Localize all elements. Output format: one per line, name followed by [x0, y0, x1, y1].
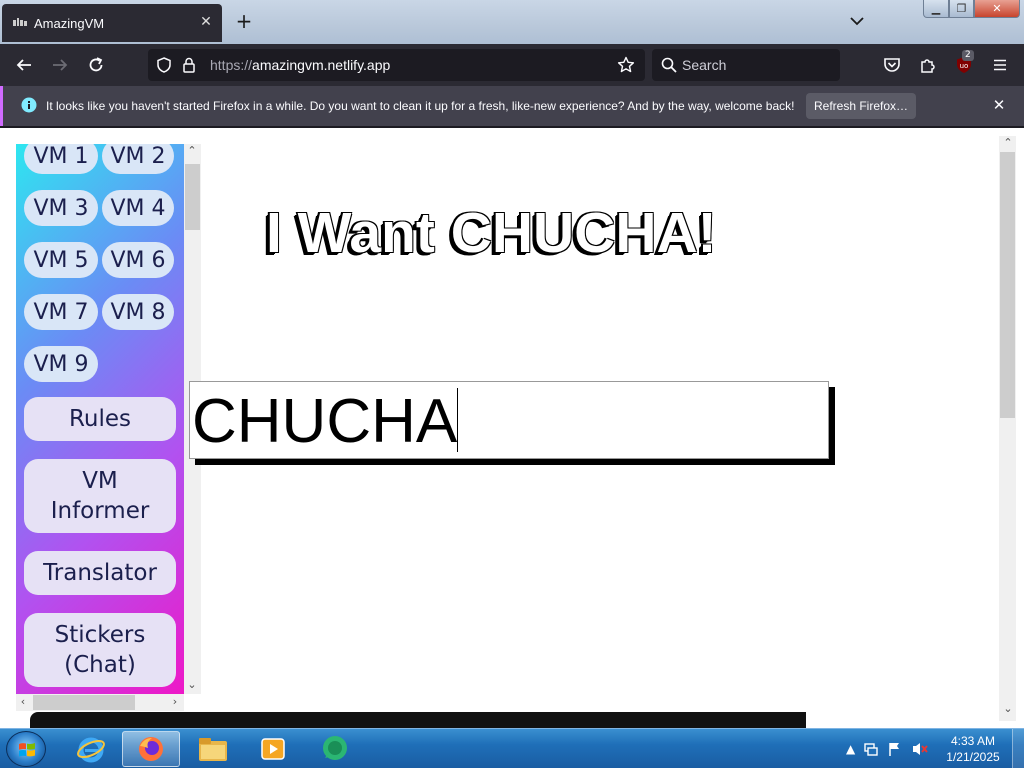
address-bar[interactable]: https://amazingvm.netlify.app	[148, 49, 645, 81]
file-explorer-icon[interactable]	[184, 731, 242, 767]
vm-button-1[interactable]: VM 1	[24, 144, 98, 174]
text-caret	[457, 388, 459, 452]
show-desktop-button[interactable]	[1012, 729, 1024, 769]
page-content: VM 1 VM 2 VM 3 VM 4 VM 5 VM 6 VM 7 VM 8 …	[0, 128, 1024, 728]
bottom-dark-bar	[30, 712, 806, 728]
new-tab-button[interactable]: +	[234, 11, 254, 31]
notification-message: It looks like you haven't started Firefo…	[46, 99, 795, 113]
minimize-button[interactable]: ▁	[923, 0, 949, 18]
forward-arrow-icon[interactable]	[49, 54, 71, 76]
page-scroll-thumb[interactable]	[1000, 152, 1015, 418]
vm-button-3[interactable]: VM 3	[24, 190, 98, 226]
search-icon	[661, 57, 677, 77]
action-center-flag-icon[interactable]	[887, 741, 903, 757]
window-controls: ▁ ❐ ✕	[923, 0, 1020, 18]
scroll-up-arrow-icon[interactable]: ⌃	[185, 144, 199, 157]
close-icon[interactable]: ✕	[990, 96, 1008, 114]
vm-button-5[interactable]: VM 5	[24, 242, 98, 278]
scroll-down-arrow-icon[interactable]: ⌄	[1001, 702, 1015, 715]
search-field[interactable]: Search	[652, 49, 840, 81]
maximize-button[interactable]: ❐	[949, 0, 974, 18]
start-button[interactable]	[6, 731, 46, 767]
close-icon[interactable]: ✕	[198, 14, 214, 30]
system-tray: ▲	[846, 739, 929, 759]
sidebar-menu[interactable]: VM 1 VM 2 VM 3 VM 4 VM 5 VM 6 VM 7 VM 8 …	[16, 144, 184, 694]
vm-icon	[12, 15, 28, 31]
network-icon[interactable]	[863, 741, 879, 757]
refresh-firefox-button[interactable]: Refresh Firefox…	[806, 93, 916, 119]
sidebar-hscroll-thumb[interactable]	[33, 695, 135, 710]
tab-amazingvm[interactable]: AmazingVM ✕	[2, 4, 222, 42]
scroll-left-arrow-icon[interactable]: ‹	[16, 695, 30, 708]
vm-button-4[interactable]: VM 4	[102, 190, 174, 226]
url-host: amazingvm.netlify.app	[252, 57, 391, 73]
clock-date: 1/21/2025	[946, 750, 1000, 764]
scroll-down-arrow-icon[interactable]: ⌄	[185, 678, 199, 691]
browser-titlebar: AmazingVM ✕ + ▁ ❐ ✕	[0, 0, 1024, 44]
sidebar-scroll-thumb[interactable]	[185, 164, 200, 230]
vm-button-9[interactable]: VM 9	[24, 346, 98, 382]
reload-icon[interactable]	[85, 54, 107, 76]
svg-text:uo: uo	[960, 62, 969, 70]
scroll-up-arrow-icon[interactable]: ⌃	[1001, 136, 1015, 149]
extension-count-badge: 2	[962, 50, 974, 61]
info-icon	[21, 97, 37, 117]
chucha-text-input[interactable]: CHUCHA	[189, 381, 829, 459]
notification-bar: It looks like you haven't started Firefo…	[0, 86, 1024, 126]
url-text[interactable]: https://amazingvm.netlify.app	[210, 57, 390, 73]
windows-taskbar: ▲ 4:33 AM 1/21/2025	[0, 728, 1024, 769]
url-scheme: https://	[210, 57, 253, 73]
navigation-toolbar: https://amazingvm.netlify.app Search uo …	[0, 44, 1024, 86]
volume-muted-icon[interactable]	[911, 741, 929, 757]
taskbar-clock[interactable]: 4:33 AM 1/21/2025	[940, 733, 1006, 765]
internet-explorer-icon[interactable]	[62, 731, 120, 767]
hamburger-menu-icon[interactable]	[989, 54, 1011, 76]
extensions-puzzle-icon[interactable]	[917, 54, 939, 76]
window-close-button[interactable]: ✕	[974, 0, 1020, 18]
scroll-right-arrow-icon[interactable]: ›	[168, 695, 182, 708]
stickers-chat-button[interactable]: Stickers (Chat)	[24, 613, 176, 687]
rules-button[interactable]: Rules	[24, 397, 176, 441]
show-hidden-icons-icon[interactable]: ▲	[846, 742, 855, 756]
chevron-down-icon[interactable]	[848, 12, 866, 30]
shield-icon[interactable]	[156, 57, 172, 77]
clock-time: 4:33 AM	[950, 734, 996, 748]
windows-logo-icon	[19, 743, 35, 757]
input-value: CHUCHA	[192, 387, 458, 456]
firefox-icon[interactable]	[122, 731, 180, 767]
vm-button-2[interactable]: VM 2	[102, 144, 174, 174]
lock-icon[interactable]	[182, 57, 196, 77]
pocket-icon[interactable]	[881, 54, 903, 76]
vm-button-8[interactable]: VM 8	[102, 294, 174, 330]
media-player-icon[interactable]	[244, 731, 302, 767]
chat-app-icon[interactable]	[306, 731, 364, 767]
tab-title: AmazingVM	[34, 15, 105, 31]
back-arrow-icon[interactable]	[13, 54, 35, 76]
page-headline: I Want CHUCHA!	[266, 201, 717, 265]
bookmark-star-icon[interactable]	[617, 56, 635, 78]
translator-button[interactable]: Translator	[24, 551, 176, 595]
vm-button-7[interactable]: VM 7	[24, 294, 98, 330]
vm-button-6[interactable]: VM 6	[102, 242, 174, 278]
vm-informer-button[interactable]: VM Informer	[24, 459, 176, 533]
search-placeholder: Search	[682, 57, 727, 73]
